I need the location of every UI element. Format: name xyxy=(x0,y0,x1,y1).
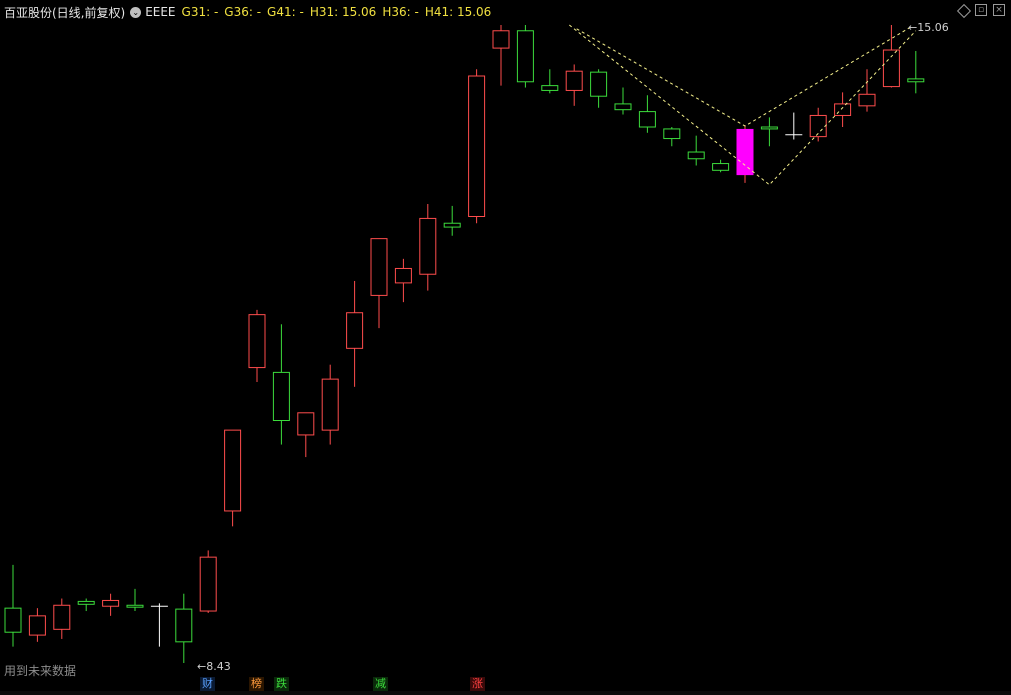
badge-finance[interactable]: 财 xyxy=(200,677,215,691)
badge-ranking[interactable]: 榜 xyxy=(249,677,264,691)
candle-body xyxy=(541,85,559,91)
candle-body xyxy=(858,93,876,107)
candle-body xyxy=(712,163,730,171)
candle-body xyxy=(443,222,461,228)
candle-body xyxy=(882,49,900,88)
kline-chart-area[interactable] xyxy=(0,0,1011,695)
high-price-arrow-icon: ← xyxy=(908,21,918,34)
candle-body xyxy=(907,78,925,83)
indicator-value-g31: G31: - xyxy=(181,5,219,19)
candle-body xyxy=(760,126,778,130)
pattern-line-inner xyxy=(576,26,912,127)
high-price-value: 15.06 xyxy=(917,21,949,34)
high-price-label: ←15.06 xyxy=(908,21,949,34)
candle-body xyxy=(28,615,46,636)
stock-title: 百亚股份(日线,前复权) xyxy=(4,5,126,20)
candle-body xyxy=(126,604,144,608)
indicator-value-h41: H41: 15.06 xyxy=(424,5,492,19)
candle-body xyxy=(516,30,534,83)
candle-body xyxy=(687,151,705,160)
candle-body xyxy=(248,314,266,369)
candle-body xyxy=(638,111,656,128)
diamond-icon[interactable] xyxy=(956,3,972,19)
candle-body xyxy=(468,75,486,217)
low-price-value: 8.43 xyxy=(206,660,231,673)
indicator-value-g41: G41: - xyxy=(267,5,304,19)
candle-body xyxy=(53,604,71,630)
candle-body xyxy=(199,556,217,612)
chart-header: 百亚股份(日线,前复权) ⌄ EEEE G31: - G36: - G41: -… xyxy=(4,3,497,21)
candle-body xyxy=(224,429,242,512)
candle-body xyxy=(394,267,412,284)
restore-icon[interactable]: ▫ xyxy=(975,4,987,16)
candle-body xyxy=(370,238,388,296)
candlestick-chart[interactable] xyxy=(0,0,1011,695)
candle-body xyxy=(565,70,583,91)
candle-body xyxy=(297,412,315,436)
badge-fall[interactable]: 跌 xyxy=(274,677,289,691)
indicator-menu-icon[interactable]: ⌄ xyxy=(130,6,142,18)
candle-body xyxy=(77,600,95,605)
candle-body xyxy=(4,607,22,633)
close-icon[interactable]: × xyxy=(993,4,1005,16)
window-controls: ▫ × xyxy=(956,3,1005,19)
indicator-value-h31: H31: 15.06 xyxy=(309,5,377,19)
badge-rise[interactable]: 涨 xyxy=(470,677,485,691)
candle-body xyxy=(590,71,608,97)
candle-body xyxy=(346,312,364,349)
candle-body xyxy=(736,128,754,176)
low-price-label: ←8.43 xyxy=(197,660,231,673)
low-price-arrow-icon: ← xyxy=(197,660,207,673)
candle-body xyxy=(614,103,632,111)
candle-body xyxy=(272,371,290,422)
indicator-value-h36: H36: - xyxy=(382,5,419,19)
bottom-strip xyxy=(0,691,1011,695)
candle-body xyxy=(175,608,193,643)
indicator-value-g36: G36: - xyxy=(224,5,262,19)
candle-body xyxy=(663,128,681,140)
candle-body xyxy=(492,30,510,49)
future-data-notice: 用到未来数据 xyxy=(4,664,77,678)
badge-reduce[interactable]: 减 xyxy=(373,677,388,691)
candle-body xyxy=(102,599,120,607)
candle-body xyxy=(419,217,437,275)
formula-name[interactable]: EEEE xyxy=(145,5,175,19)
candle-body xyxy=(321,378,339,431)
